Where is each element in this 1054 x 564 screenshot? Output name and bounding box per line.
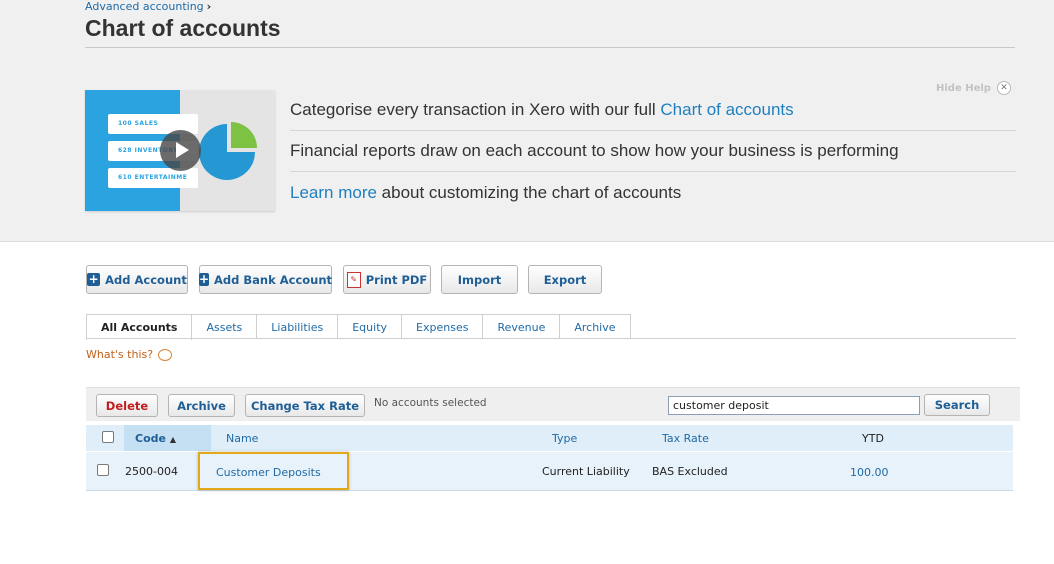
row-checkbox[interactable]: [97, 464, 109, 476]
pdf-icon: ✎: [346, 271, 361, 288]
action-bar: Delete Archive Change Tax Rate No accoun…: [86, 387, 1020, 421]
pie-chart-icon: [199, 122, 257, 180]
whats-this-link[interactable]: What's this?: [86, 348, 173, 361]
help-panel: Advanced accounting › Chart of accounts H…: [0, 0, 1054, 242]
code-header-label: Code: [135, 432, 166, 445]
export-label: Export: [543, 272, 587, 287]
ytd-column-header: YTD: [862, 432, 884, 445]
import-label: Import: [457, 272, 502, 287]
print-pdf-button[interactable]: ✎ Print PDF: [343, 265, 431, 294]
tab-expenses[interactable]: Expenses: [401, 314, 484, 339]
search-button[interactable]: Search: [924, 394, 990, 416]
help-text: about customizing the chart of accounts: [376, 182, 682, 202]
help-text: Categorise every transaction in Xero wit…: [290, 100, 661, 119]
video-pill: 610 ENTERTAINME: [108, 168, 198, 188]
help-line: Learn more about customizing the chart o…: [290, 172, 1016, 213]
help-lines: Categorise every transaction in Xero wit…: [290, 90, 1016, 213]
import-button[interactable]: Import: [441, 265, 518, 294]
breadcrumb[interactable]: Advanced accounting ›: [85, 0, 211, 13]
plus-icon: +: [87, 272, 101, 286]
change-tax-rate-button[interactable]: Change Tax Rate: [245, 394, 365, 417]
delete-button[interactable]: Delete: [96, 394, 158, 417]
help-line: Categorise every transaction in Xero wit…: [290, 90, 1016, 131]
add-account-label: Add Account: [105, 272, 187, 287]
page-title: Chart of accounts: [85, 15, 281, 41]
account-code: 2500-004: [125, 465, 178, 478]
play-icon[interactable]: [160, 130, 201, 171]
help-video-thumbnail[interactable]: 100 SALES 628 INVENTORY 610 ENTERTAINME: [85, 90, 275, 211]
account-name-link[interactable]: Customer Deposits: [216, 466, 321, 479]
account-type: Current Liability: [542, 465, 630, 478]
sort-ascending-icon: ▲: [169, 435, 176, 444]
learn-more-link[interactable]: Learn more: [290, 183, 377, 203]
speech-bubble-icon: [158, 348, 173, 361]
add-account-button[interactable]: + Add Account: [86, 265, 188, 294]
tabs-divider: [86, 338, 1016, 339]
tab-archive[interactable]: Archive: [559, 314, 631, 339]
account-tax-rate: BAS Excluded: [652, 465, 728, 478]
search-input[interactable]: [668, 396, 920, 415]
account-tabs: All Accounts Assets Liabilities Equity E…: [86, 314, 631, 340]
code-column-header[interactable]: Code ▲: [135, 432, 176, 445]
type-column-header[interactable]: Type: [552, 432, 577, 445]
help-text: Financial reports draw on each account t…: [290, 141, 899, 160]
plus-icon: +: [198, 272, 210, 286]
tab-revenue[interactable]: Revenue: [482, 314, 561, 339]
tab-liabilities[interactable]: Liabilities: [256, 314, 339, 339]
select-all-checkbox[interactable]: [102, 431, 114, 443]
table-header: Code ▲ Name Type Tax Rate YTD: [86, 425, 1013, 451]
account-ytd-link[interactable]: 100.00: [850, 466, 889, 479]
tax-rate-column-header[interactable]: Tax Rate: [662, 432, 709, 445]
help-line: Financial reports draw on each account t…: [290, 131, 1016, 172]
whats-this-label: What's this?: [86, 348, 154, 361]
archive-button[interactable]: Archive: [168, 394, 235, 417]
export-button[interactable]: Export: [528, 265, 602, 294]
selection-status: No accounts selected: [374, 397, 487, 409]
breadcrumb-link[interactable]: Advanced accounting: [85, 0, 204, 13]
tab-equity[interactable]: Equity: [337, 314, 403, 339]
chevron-right-icon: ›: [206, 0, 212, 13]
title-divider: [85, 47, 1015, 48]
chart-of-accounts-link[interactable]: Chart of accounts: [660, 100, 793, 120]
add-bank-account-button[interactable]: + Add Bank Account: [198, 265, 333, 294]
table-row[interactable]: 2500-004 Customer Deposits Current Liabi…: [86, 452, 1013, 491]
tab-all-accounts[interactable]: All Accounts: [86, 314, 193, 340]
tab-assets[interactable]: Assets: [191, 314, 258, 339]
print-pdf-label: Print PDF: [365, 272, 428, 287]
name-column-header[interactable]: Name: [226, 432, 258, 445]
add-bank-account-label: Add Bank Account: [214, 272, 333, 287]
